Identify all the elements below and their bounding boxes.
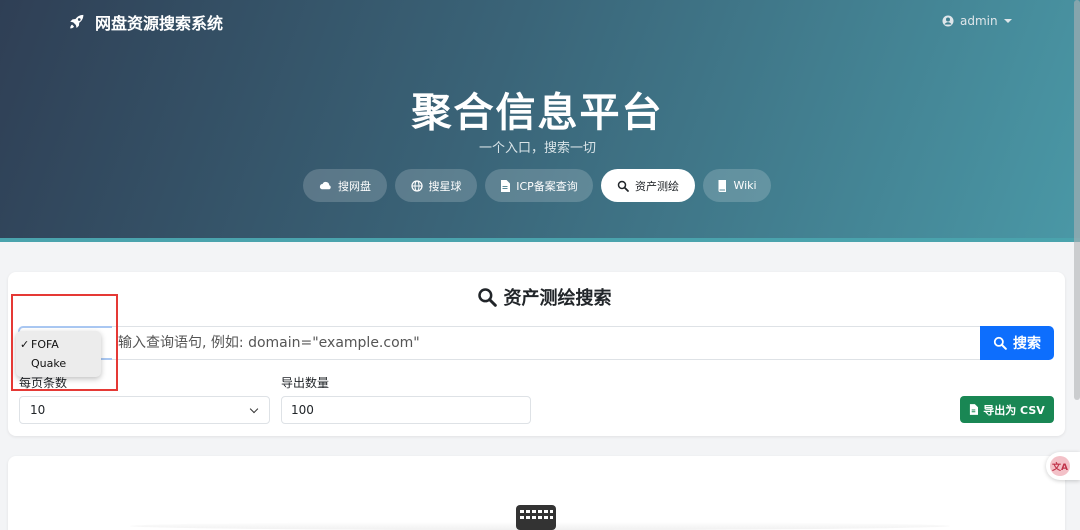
document-icon xyxy=(501,179,511,192)
cloud-icon xyxy=(319,181,331,189)
asset-search-card: 资产测绘搜索 搜索 每页条数 导出数量 10 100 导出为 CSV xyxy=(8,272,1065,436)
export-csv-label: 导出为 CSV xyxy=(983,403,1045,417)
chevron-down-icon xyxy=(1003,19,1012,23)
user-name: admin xyxy=(960,14,998,28)
tab-asset-mapping[interactable]: 资产测绘 xyxy=(601,169,695,202)
search-icon xyxy=(617,180,629,192)
user-menu[interactable]: admin xyxy=(942,14,1012,28)
search-button[interactable]: 搜索 xyxy=(980,326,1054,360)
search-icon xyxy=(477,288,497,307)
globe-icon xyxy=(410,179,423,192)
tab-icp[interactable]: ICP备案查询 xyxy=(485,169,593,202)
file-csv-icon xyxy=(970,404,979,415)
tab-label: 资产测绘 xyxy=(635,179,679,193)
tab-label: Wiki xyxy=(733,179,757,192)
per-page-value: 10 xyxy=(30,403,46,417)
navbar-brand[interactable]: 网盘资源搜索系统 xyxy=(68,10,223,34)
book-icon xyxy=(718,179,727,192)
hero-title: 聚合信息平台 xyxy=(411,90,664,136)
keyboard-icon xyxy=(516,505,556,530)
search-button-label: 搜索 xyxy=(1013,336,1041,352)
annotation-highlight-box xyxy=(11,294,118,391)
card-title-label: 资产测绘搜索 xyxy=(503,288,612,309)
page-scrollbar[interactable] xyxy=(1074,0,1080,400)
chevron-down-icon xyxy=(249,404,259,414)
tab-label: ICP备案查询 xyxy=(516,179,578,193)
card-title: 资产测绘搜索 xyxy=(8,284,1080,310)
export-count-value: 100 xyxy=(291,403,314,417)
tab-planet[interactable]: 搜星球 xyxy=(395,169,477,202)
export-count-label: 导出数量 xyxy=(281,376,330,390)
hero-subtitle: 一个入口，搜索一切 xyxy=(478,141,596,156)
search-icon xyxy=(993,336,1007,350)
tab-label: 搜网盘 xyxy=(338,179,371,193)
tab-wiki[interactable]: Wiki xyxy=(703,169,771,202)
translate-icon: 文A xyxy=(1050,456,1070,476)
tab-cloud-drive[interactable]: 搜网盘 xyxy=(303,169,387,202)
translate-button[interactable]: 文A xyxy=(1046,452,1080,480)
per-page-select[interactable]: 10 xyxy=(19,396,270,424)
export-count-input[interactable]: 100 xyxy=(281,396,531,424)
export-csv-button[interactable]: 导出为 CSV xyxy=(960,396,1054,423)
hero-divider xyxy=(0,238,1080,242)
brand-label: 网盘资源搜索系统 xyxy=(95,14,224,33)
rocket-icon xyxy=(70,14,84,29)
query-input[interactable] xyxy=(112,326,982,360)
tab-label: 搜星球 xyxy=(428,179,462,193)
user-circle-icon xyxy=(942,15,954,27)
